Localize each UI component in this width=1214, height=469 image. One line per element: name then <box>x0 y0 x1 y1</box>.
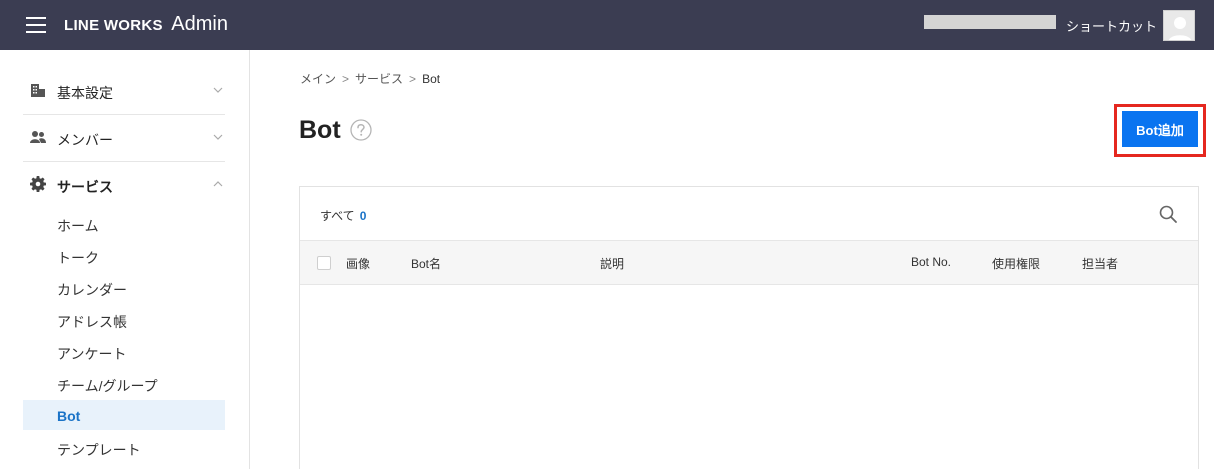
breadcrumb: メイン > サービス > Bot <box>300 70 440 87</box>
chevron-down-icon <box>213 134 223 140</box>
column-header-owner: 担当者 <box>1082 257 1119 271</box>
sidebar: 基本設定 メンバー サービス ホーム トーク カレンダー アドレス帳 アンケート… <box>0 50 250 469</box>
search-icon[interactable] <box>1158 204 1178 224</box>
page-title: Bot <box>299 116 341 144</box>
column-header-bot-name[interactable]: Bot名 <box>411 255 441 272</box>
brand-name: LINE WORKS <box>64 17 163 34</box>
column-header-description: 説明 <box>600 257 625 271</box>
chevron-up-icon <box>213 181 223 187</box>
sidebar-item-label: テンプレート <box>57 442 141 458</box>
select-all-checkbox[interactable] <box>317 256 331 270</box>
sidebar-item-label: ホーム <box>57 218 99 234</box>
help-icon[interactable] <box>350 119 372 141</box>
sidebar-section-label: 基本設定 <box>57 85 113 101</box>
avatar[interactable] <box>1163 10 1195 41</box>
breadcrumb-service[interactable]: サービス <box>355 72 403 86</box>
brand-admin-label: Admin <box>171 13 228 35</box>
user-avatar-icon <box>1168 17 1192 40</box>
sidebar-section-label: メンバー <box>57 132 113 148</box>
breadcrumb-current: Bot <box>422 72 441 86</box>
app-logo[interactable]: LINE WORKS Admin <box>64 13 228 36</box>
table-header: 画像 Bot名 説明 Bot No. 使用権限 担当者 <box>300 240 1198 285</box>
members-icon <box>30 131 46 143</box>
gear-icon <box>30 176 46 192</box>
filter-all-tab[interactable]: すべて 0 <box>320 207 366 224</box>
sidebar-item-address-book[interactable]: アドレス帳 <box>23 304 225 334</box>
building-icon <box>31 84 45 97</box>
sidebar-item-label: トーク <box>57 250 99 266</box>
column-header-image: 画像 <box>346 257 371 271</box>
filter-all-label: すべて <box>320 209 355 223</box>
sidebar-section-basic-settings[interactable]: 基本設定 <box>23 68 225 114</box>
bot-list-panel: すべて 0 画像 Bot名 説明 Bot No. 使用権限 担当者 <box>299 186 1199 469</box>
chevron-down-icon <box>213 87 223 93</box>
sidebar-item-survey[interactable]: アンケート <box>23 336 225 366</box>
sidebar-item-label: アンケート <box>57 346 127 362</box>
sidebar-section-services[interactable]: サービス <box>23 162 225 208</box>
user-name-redacted <box>924 15 1056 29</box>
shortcut-link[interactable]: ショートカット <box>1066 16 1157 35</box>
sidebar-item-label: アドレス帳 <box>57 314 127 330</box>
sidebar-section-members[interactable]: メンバー <box>23 115 225 161</box>
top-bar: LINE WORKS Admin ショートカット <box>0 0 1214 50</box>
sidebar-item-calendar[interactable]: カレンダー <box>23 272 225 302</box>
sidebar-item-bot[interactable]: Bot <box>23 400 225 430</box>
sidebar-item-team-group[interactable]: チーム/グループ <box>23 368 225 398</box>
breadcrumb-separator: > <box>409 72 417 86</box>
breadcrumb-main[interactable]: メイン <box>300 72 336 86</box>
filter-count: 0 <box>359 209 367 223</box>
sidebar-item-home[interactable]: ホーム <box>23 208 225 238</box>
hamburger-menu-icon[interactable] <box>26 17 46 33</box>
sidebar-item-label: Bot <box>57 408 81 424</box>
add-bot-button[interactable]: Bot追加 <box>1122 111 1198 147</box>
sidebar-item-template[interactable]: テンプレート <box>23 432 225 462</box>
sidebar-item-label: チーム/グループ <box>57 378 158 394</box>
sidebar-section-label: サービス <box>57 179 113 195</box>
sidebar-item-talk[interactable]: トーク <box>23 240 225 270</box>
breadcrumb-separator: > <box>342 72 350 86</box>
sidebar-item-label: カレンダー <box>57 282 127 298</box>
column-header-bot-no[interactable]: Bot No. <box>911 255 951 269</box>
column-header-permission: 使用権限 <box>992 257 1041 271</box>
